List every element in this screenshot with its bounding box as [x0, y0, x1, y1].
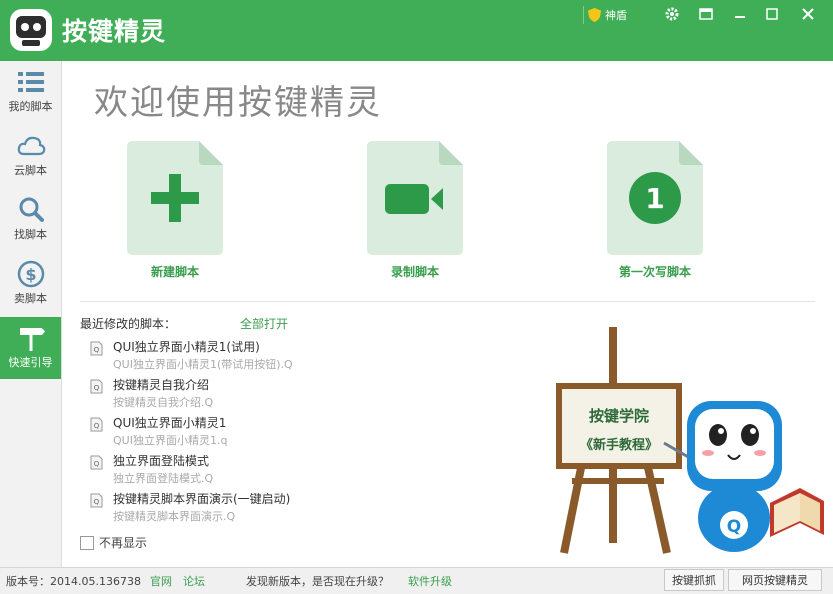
svg-text:Q: Q — [94, 498, 100, 506]
svg-text:Q: Q — [94, 460, 100, 468]
record-script-card[interactable] — [365, 139, 465, 257]
shield-icon — [588, 8, 601, 22]
window-skin-icon — [699, 8, 713, 20]
minimize-button[interactable] — [730, 4, 750, 24]
script-name: QUI独立界面小精灵1(试用) — [113, 340, 260, 354]
settings-button[interactable] — [662, 4, 682, 24]
cloud-icon — [17, 136, 45, 156]
sidebar: 我的脚本 云脚本 找脚本 $ 卖脚本 快速引导 — [0, 61, 62, 567]
sidebar-item-label: 卖脚本 — [14, 292, 47, 305]
number-one-icon: 1 — [629, 172, 681, 224]
script-name: 按键精灵自我介绍 — [113, 378, 210, 392]
close-button[interactable] — [798, 4, 818, 24]
script-file-icon: Q — [90, 455, 103, 470]
script-file-icon: Q — [90, 379, 103, 394]
capture-button[interactable]: 按键抓抓 — [664, 569, 724, 591]
svg-text:Q: Q — [94, 384, 100, 392]
first-script-card[interactable]: 1 — [605, 139, 705, 257]
svg-text:1: 1 — [645, 182, 664, 215]
list-item[interactable]: Q QUI独立界面小精灵1(试用) QUI独立界面小精灵1(带试用按钮).Q — [90, 338, 390, 374]
main-panel: 欢迎使用按键精灵 新建脚本 录制脚本 1 第一次写脚本 最近修改的脚本： 全部打… — [62, 61, 833, 567]
divider — [80, 301, 815, 302]
shield-label: 神盾 — [605, 9, 627, 22]
first-script-label[interactable]: 第一次写脚本 — [585, 263, 725, 280]
search-icon — [19, 197, 44, 222]
script-name: QUI独立界面小精灵1 — [113, 416, 227, 430]
mascot-letter: Q — [727, 517, 741, 537]
script-filename: 按键精灵自我介绍.Q — [113, 396, 214, 409]
forum-link[interactable]: 论坛 — [183, 573, 205, 589]
sidebar-item-label: 云脚本 — [14, 164, 47, 177]
skin-button[interactable] — [696, 4, 716, 24]
script-filename: QUI独立界面小精灵1(带试用按钮).Q — [113, 358, 293, 371]
list-icon — [17, 72, 44, 92]
maximize-icon — [766, 8, 778, 20]
update-notice: 发现新版本，是否现在升级？ — [246, 575, 389, 588]
list-item[interactable]: Q 独立界面登陆模式 独立界面登陆模式.Q — [90, 452, 390, 488]
script-file-icon: Q — [90, 493, 103, 508]
sidebar-item-cloud-scripts[interactable]: 云脚本 — [0, 125, 61, 187]
official-site-link[interactable]: 官网 — [150, 573, 172, 589]
no-show-checkbox[interactable]: 不再显示 — [80, 534, 147, 551]
list-item[interactable]: Q 按键精灵脚本界面演示(一键启动) 按键精灵脚本界面演示.Q — [90, 490, 390, 526]
script-name: 按键精灵脚本界面演示(一键启动) — [113, 492, 291, 506]
svg-text:Q: Q — [94, 346, 100, 354]
checkbox-box[interactable] — [80, 535, 94, 550]
new-script-card[interactable] — [125, 139, 225, 257]
web-keyboard-button[interactable]: 网页按键精灵 — [728, 569, 822, 591]
sidebar-item-label: 找脚本 — [14, 228, 47, 241]
mascot-icon: Q — [687, 401, 824, 552]
status-bar: 版本号：2014.05.136738 官网 论坛 发现新版本，是否现在升级？ 软… — [0, 567, 833, 594]
shield-button[interactable]: 神盾 — [583, 6, 627, 24]
upgrade-link[interactable]: 软件升级 — [408, 573, 452, 589]
new-script-label[interactable]: 新建脚本 — [105, 263, 245, 280]
list-item[interactable]: Q 按键精灵自我介绍 按键精灵自我介绍.Q — [90, 376, 390, 412]
script-filename: 独立界面登陆模式.Q — [113, 472, 214, 485]
close-icon — [802, 8, 814, 20]
sidebar-item-label: 我的脚本 — [8, 100, 53, 113]
open-all-link[interactable]: 全部打开 — [240, 315, 288, 332]
sidebar-item-find-scripts[interactable]: 找脚本 — [0, 189, 61, 251]
svg-text:Q: Q — [94, 422, 100, 430]
app-title: 按键精灵 — [62, 17, 167, 46]
board-title: 按键学院 — [589, 407, 649, 425]
script-file-icon: Q — [90, 417, 103, 432]
sidebar-item-label: 快速引导 — [8, 356, 53, 369]
svg-text:$: $ — [25, 265, 36, 284]
tutorial-easel-illustration: 按键学院 《新手教程》 Q — [556, 327, 824, 554]
list-item[interactable]: Q QUI独立界面小精灵1 QUI独立界面小精灵1.q — [90, 414, 390, 450]
no-show-label: 不再显示 — [99, 536, 148, 550]
gear-icon — [665, 7, 679, 21]
signpost-icon — [19, 328, 45, 351]
minimize-icon — [735, 16, 745, 18]
recent-scripts-title: 最近修改的脚本： — [80, 317, 177, 331]
record-script-label[interactable]: 录制脚本 — [345, 263, 485, 280]
sidebar-item-my-scripts[interactable]: 我的脚本 — [0, 61, 61, 123]
robot-logo-icon — [10, 9, 52, 51]
sidebar-item-quick-guide[interactable]: 快速引导 — [0, 317, 61, 379]
board-subtitle: 《新手教程》 — [580, 437, 658, 453]
script-filename: QUI独立界面小精灵1.q — [113, 434, 228, 447]
script-filename: 按键精灵脚本界面演示.Q — [113, 510, 236, 523]
title-bar: 按键精灵 神盾 — [0, 0, 833, 61]
welcome-heading: 欢迎使用按键精灵 — [94, 83, 382, 123]
sidebar-item-sell-scripts[interactable]: $ 卖脚本 — [0, 253, 61, 315]
version-text: 版本号：2014.05.136738 — [6, 575, 141, 588]
script-file-icon: Q — [90, 341, 103, 356]
dollar-icon: $ — [17, 260, 44, 288]
script-name: 独立界面登陆模式 — [113, 454, 210, 468]
maximize-button[interactable] — [762, 4, 782, 24]
